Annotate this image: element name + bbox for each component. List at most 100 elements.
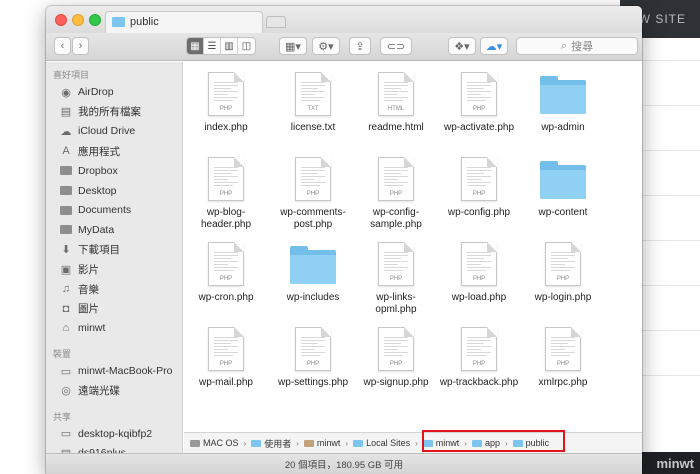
file-item[interactable]: PHP wp-cron.php [186, 242, 266, 304]
folder-icon [471, 439, 482, 447]
file-item[interactable]: PHP wp-activate.php [439, 72, 519, 134]
sidebar-item-label: minwt [78, 322, 106, 335]
sidebar-item[interactable]: Desktop [60, 182, 117, 200]
disc-icon: ◎ [61, 385, 71, 398]
list-view-icon[interactable]: ☰ [204, 38, 221, 54]
path-segment-label: minwt [435, 438, 460, 448]
sidebar-item[interactable]: A 應用程式 [60, 142, 120, 160]
airdrop-icon: ◉ [61, 86, 71, 99]
title-bar: public [46, 6, 642, 33]
folder-item[interactable]: wp-admin [523, 72, 603, 134]
file-item[interactable]: PHP wp-links-opml.php [356, 242, 436, 316]
close-button[interactable] [55, 14, 67, 26]
sidebar-item[interactable]: ◉ AirDrop [60, 83, 113, 101]
file-item[interactable]: PHP xmlrpc.php [523, 327, 603, 389]
file-item[interactable]: PHP wp-signup.php [356, 327, 436, 389]
file-item[interactable]: PHP wp-trackback.php [439, 327, 519, 389]
file-name: wp-signup.php [363, 377, 429, 388]
new-tab-button[interactable] [266, 16, 286, 28]
sidebar-item-label: minwt-MacBook-Pro [78, 365, 173, 378]
sidebar-item[interactable]: ◎ 遠端光碟 [60, 382, 120, 400]
share-button[interactable]: ⇪ [349, 37, 371, 55]
sidebar-item[interactable]: Dropbox [60, 162, 118, 180]
folder-item[interactable]: wp-includes [273, 242, 353, 304]
file-name: wp-blog-header.php [200, 207, 252, 230]
path-segment-label: public [525, 438, 550, 448]
sidebar-item[interactable]: ♫ 音樂 [60, 280, 99, 298]
sidebar-section-header: 裝置 [53, 349, 72, 360]
file-item[interactable]: PHP wp-settings.php [273, 327, 353, 389]
file-extension-label: PHP [389, 361, 403, 367]
home-icon [303, 439, 314, 447]
cloud-button[interactable]: ☁▾ [480, 37, 508, 55]
cloud-icon: ☁▾ [485, 40, 503, 53]
search-field[interactable]: ⌕ 搜尋 [516, 37, 638, 55]
arrange-button[interactable]: ▦▾ [279, 37, 307, 55]
sidebar-item-label: 音樂 [78, 283, 99, 296]
sidebar-item-label: 圖片 [78, 303, 99, 316]
status-text: 20 個項目，180.95 GB 可用 [284, 460, 404, 471]
sidebar-section-header: 喜好項目 [53, 70, 90, 80]
folder-icon [353, 439, 364, 447]
column-view-icon[interactable]: ▥ [221, 38, 238, 54]
path-segment[interactable]: public [512, 438, 550, 448]
file-item[interactable]: PHP index.php [186, 72, 266, 134]
icon-view-icon[interactable]: ▦ [187, 38, 204, 54]
coverflow-view-icon[interactable]: ◫ [238, 38, 255, 54]
fullscreen-button[interactable] [89, 14, 101, 26]
file-name: wp-content [538, 207, 588, 218]
file-item[interactable]: PHP wp-comments-post.php [273, 157, 353, 231]
sidebar-item[interactable]: ▣ 影片 [60, 260, 99, 278]
sidebar-item[interactable]: ▭ minwt-MacBook-Pro [60, 362, 173, 380]
file-item[interactable]: PHP wp-login.php [523, 242, 603, 304]
sidebar-item[interactable]: ⌂ minwt [60, 319, 106, 337]
view-mode-selector[interactable]: ▦ ☰ ▥ ◫ [186, 37, 256, 55]
tab-public[interactable]: public [105, 11, 263, 33]
path-segment[interactable]: app [471, 438, 500, 448]
path-segment[interactable]: minwt [422, 438, 460, 448]
sidebar-item[interactable]: ☁ iCloud Drive [60, 122, 136, 140]
file-item[interactable]: PHP wp-blog-header.php [186, 157, 266, 231]
sidebar-item[interactable]: ▤ 我的所有檔案 [60, 103, 141, 121]
file-item[interactable]: PHP wp-config-sample.php [356, 157, 436, 231]
file-item[interactable]: PHP wp-load.php [439, 242, 519, 304]
folder-item[interactable]: wp-content [523, 157, 603, 219]
path-separator-icon: › [415, 438, 418, 448]
file-item[interactable]: HTML readme.html [356, 72, 436, 134]
sidebar-item[interactable]: ◘ 圖片 [60, 300, 99, 318]
file-extension-label: PHP [472, 106, 486, 112]
grid-arrange-icon: ▦▾ [285, 40, 301, 53]
sidebar-item[interactable]: Documents [60, 201, 131, 219]
back-button[interactable]: ‹ [54, 37, 71, 55]
path-segment[interactable]: 使用者 [251, 437, 291, 450]
path-segment[interactable]: Local Sites [353, 438, 410, 448]
sidebar-item[interactable]: MyData [60, 221, 114, 239]
file-extension-label: PHP [556, 361, 570, 367]
minimize-button[interactable] [72, 14, 84, 26]
path-segment-label: MAC OS [203, 438, 239, 448]
path-segment[interactable]: MAC OS [190, 438, 239, 448]
path-segment[interactable]: minwt [303, 438, 340, 448]
dropbox-button[interactable]: ❖▾ [448, 37, 476, 55]
action-button[interactable]: ⚙▾ [312, 37, 340, 55]
sidebar-item-label: 遠端光碟 [78, 385, 120, 398]
file-item[interactable]: TXT license.txt [273, 72, 353, 134]
file-item[interactable]: PHP wp-mail.php [186, 327, 266, 389]
path-segment-label: 使用者 [264, 438, 292, 449]
sidebar-item[interactable]: ▭ desktop-kqibfp2 [60, 425, 152, 443]
tags-button[interactable]: ⊂⊃ [380, 37, 412, 55]
file-item[interactable]: PHP wp-config.php [439, 157, 519, 219]
forward-button[interactable]: › [72, 37, 89, 55]
file-name: wp-trackback.php [439, 377, 519, 388]
sidebar-item-label: Desktop [78, 184, 117, 197]
document-icon: PHP [208, 72, 244, 116]
sidebar-item[interactable]: ⬇ 下載項目 [60, 241, 120, 259]
file-extension-label: PHP [219, 276, 233, 282]
document-icon: HTML [378, 72, 414, 116]
dropbox-icon: ❖▾ [454, 40, 470, 53]
music-icon: ♫ [61, 283, 71, 295]
file-extension-label: PHP [472, 361, 486, 367]
file-extension-label: PHP [219, 191, 233, 197]
chevron-left-icon: ‹ [60, 40, 65, 52]
folder-icon [422, 439, 433, 447]
